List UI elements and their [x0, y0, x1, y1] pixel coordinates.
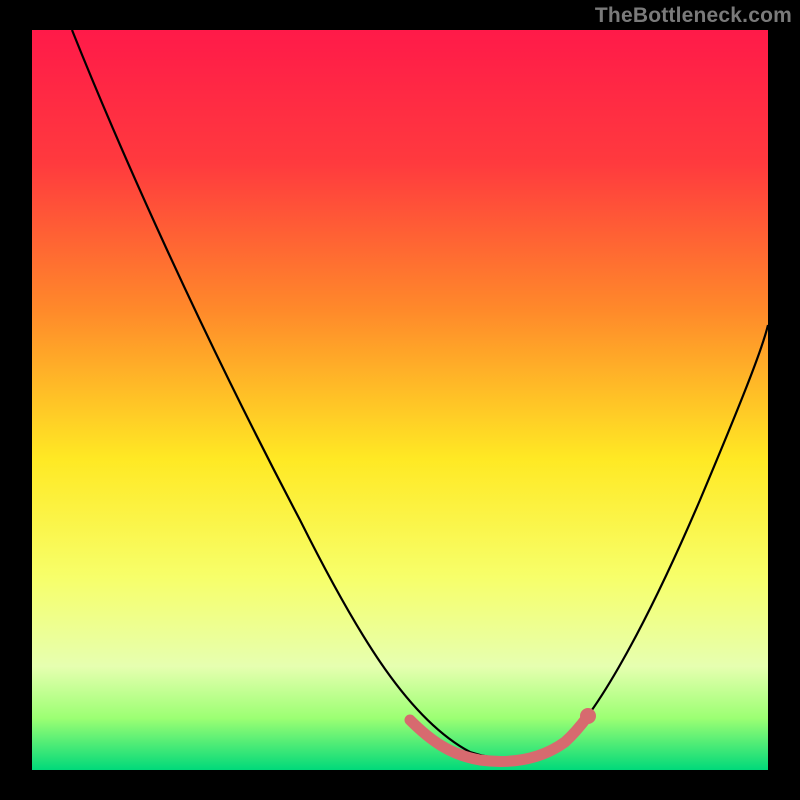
- chart-stage: TheBottleneck.com: [0, 0, 800, 800]
- chart-svg: [0, 0, 800, 800]
- plot-background: [32, 30, 768, 770]
- marker-dot: [580, 708, 596, 724]
- watermark-text: TheBottleneck.com: [595, 4, 792, 28]
